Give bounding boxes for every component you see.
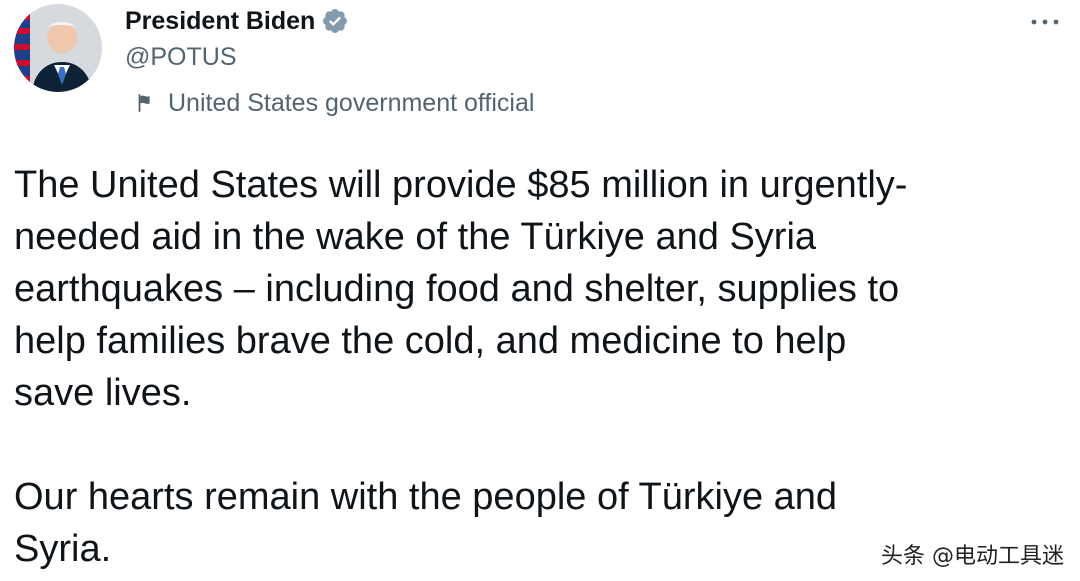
government-label: United States government official [134, 86, 534, 120]
watermark: 头条 @电动工具迷 [881, 544, 1064, 569]
avatar[interactable] [14, 4, 102, 92]
author-handle[interactable]: @POTUS [125, 38, 1066, 76]
tweet-paragraph: The United States will provide $85 milli… [14, 164, 908, 414]
tweet-card: President Biden @POTUS United States gov… [0, 0, 1080, 581]
more-options-button[interactable] [1028, 10, 1062, 34]
verified-badge-icon [321, 7, 349, 35]
more-icon [1029, 17, 1061, 27]
tweet-header: President Biden @POTUS [125, 4, 1066, 76]
tweet-body: The United States will provide $85 milli… [14, 159, 1062, 575]
author-display-name[interactable]: President Biden [125, 4, 315, 38]
flag-icon [134, 92, 156, 114]
author-name-row: President Biden [125, 4, 1066, 38]
government-label-text: United States government official [168, 88, 535, 117]
